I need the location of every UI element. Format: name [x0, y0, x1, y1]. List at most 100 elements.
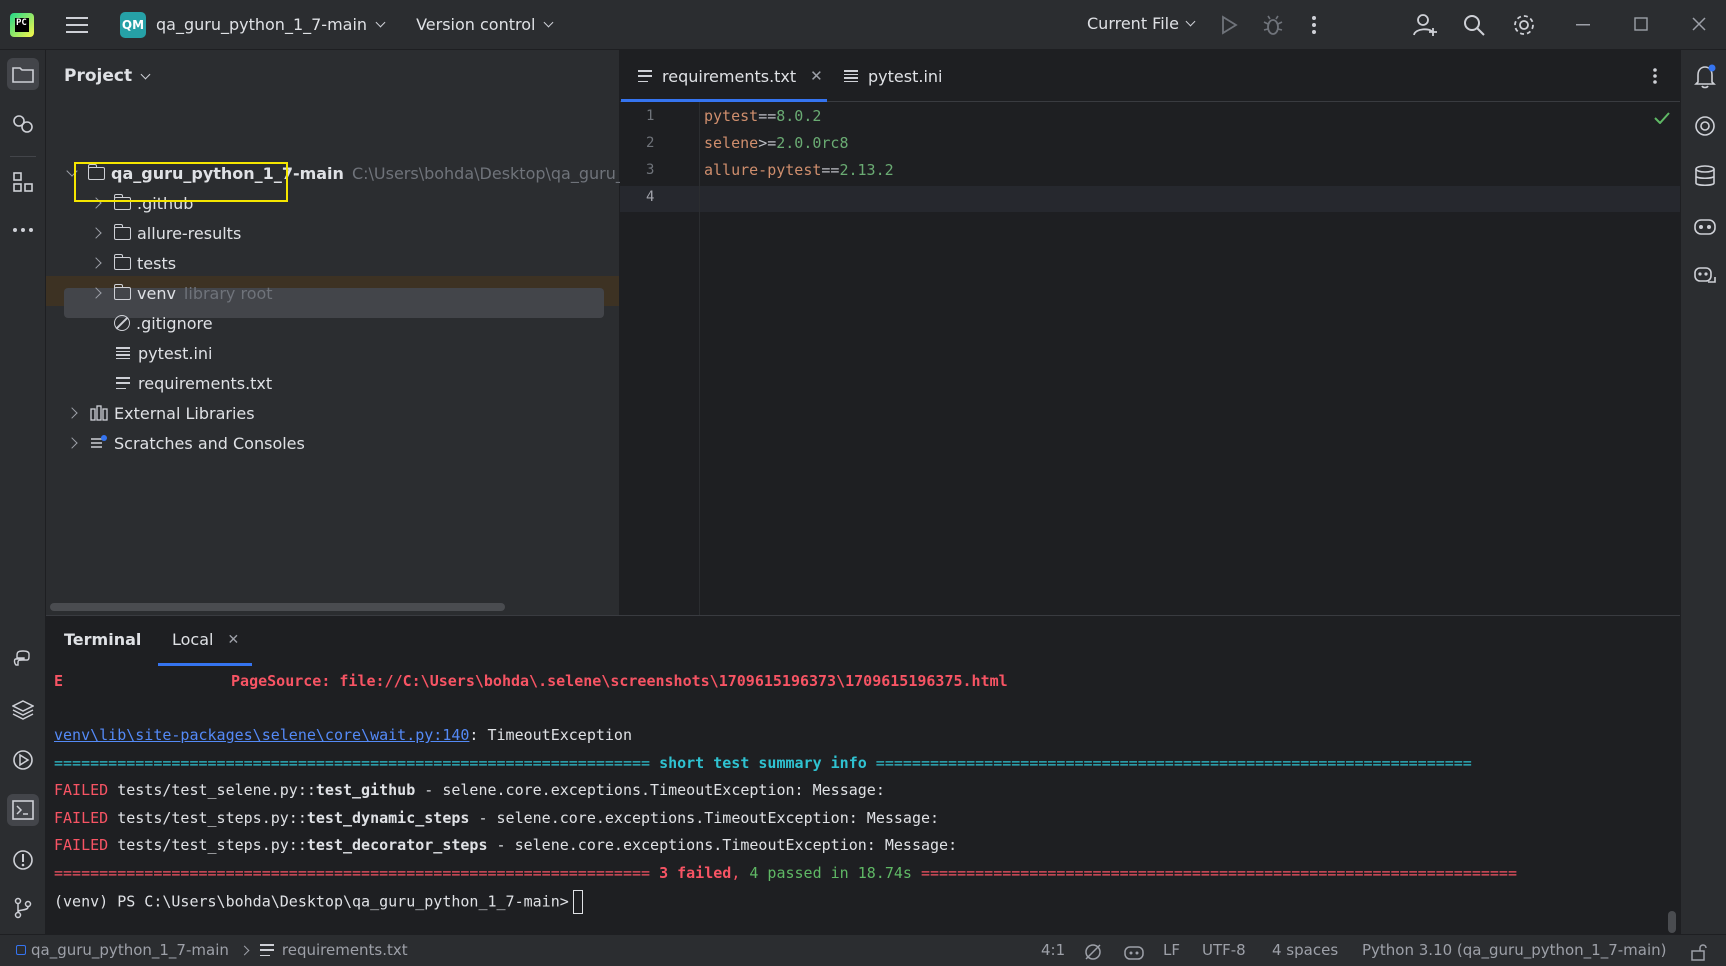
- terminal-prompt-line[interactable]: (venv) PS C:\Users\bohda\Desktop\qa_guru…: [54, 890, 583, 914]
- terminal-tab-local[interactable]: Local ✕: [172, 630, 239, 649]
- run-config-selector[interactable]: Current File: [1087, 14, 1196, 33]
- tab-pytest-ini[interactable]: pytest.ini: [844, 50, 942, 102]
- text-file-icon: [638, 69, 652, 83]
- project-switcher[interactable]: qa_guru_python_1_7-main: [156, 15, 386, 34]
- database-icon[interactable]: [1694, 164, 1716, 188]
- close-tab-icon[interactable]: ✕: [810, 67, 823, 85]
- file-encoding[interactable]: UTF-8: [1202, 941, 1246, 959]
- run-icon[interactable]: [1220, 15, 1238, 35]
- failure-message: - selene.core.exceptions.TimeoutExceptio…: [415, 781, 885, 799]
- line-number: 3: [646, 162, 655, 178]
- copilot-chat-icon[interactable]: [1693, 264, 1717, 286]
- terminal-scrollbar[interactable]: [1668, 911, 1676, 933]
- test-folder-icon: [113, 253, 131, 270]
- no-problems-check-icon[interactable]: [1654, 112, 1670, 124]
- test-path: tests/test_steps.py::: [117, 809, 307, 827]
- breadcrumb-file[interactable]: requirements.txt: [282, 941, 408, 959]
- right-tool-strip: [1680, 50, 1726, 934]
- caret-position[interactable]: 4:1: [1041, 941, 1065, 959]
- pycharm-logo-icon[interactable]: PC: [10, 12, 34, 37]
- failed-label: FAILED: [54, 781, 109, 799]
- tree-item-venv[interactable]: venv library root: [90, 278, 273, 308]
- text-file-icon: [116, 376, 130, 390]
- line-number: 4: [646, 189, 655, 205]
- indent-setting[interactable]: 4 spaces: [1272, 941, 1338, 959]
- version-control-menu[interactable]: Version control: [416, 15, 554, 34]
- line-separator[interactable]: LF: [1163, 941, 1180, 959]
- code-line[interactable]: allure-pytest==2.13.2: [704, 161, 894, 179]
- run-config-label: Current File: [1087, 14, 1179, 33]
- failure-message: - selene.core.exceptions.TimeoutExceptio…: [487, 836, 958, 854]
- failed-label: FAILED: [54, 836, 109, 854]
- main-menu-icon[interactable]: [66, 16, 88, 33]
- tree-item-label: tests: [137, 253, 177, 273]
- expand-arrow-icon[interactable]: [90, 227, 102, 239]
- project-panel-title: Project: [64, 66, 133, 86]
- services-icon[interactable]: [7, 744, 39, 776]
- tree-item-label: requirements.txt: [138, 373, 273, 393]
- tab-options-icon[interactable]: [1652, 67, 1658, 85]
- project-panel-header[interactable]: Project: [64, 66, 151, 86]
- copilot-status-icon[interactable]: [1124, 943, 1144, 961]
- passed-count: 4 passed in 18.74s: [749, 864, 912, 882]
- copilot-icon[interactable]: [1693, 214, 1717, 236]
- folder-icon: [113, 223, 131, 240]
- terminal-title: Terminal: [64, 630, 142, 649]
- tree-item-external-libraries[interactable]: External Libraries: [66, 398, 255, 428]
- ai-assistant-icon[interactable]: [1693, 114, 1717, 138]
- expand-arrow-icon[interactable]: [66, 407, 78, 419]
- structure-tool-icon[interactable]: [7, 166, 39, 198]
- tree-item-tests[interactable]: tests: [90, 248, 177, 278]
- add-user-icon[interactable]: [1412, 12, 1438, 38]
- terminal-tab-label: Local: [172, 630, 214, 649]
- root-path: C:\Users\bohda\Desktop\qa_guru_p: [351, 163, 635, 183]
- tab-label: requirements.txt: [662, 66, 797, 86]
- debug-icon[interactable]: [1262, 14, 1284, 36]
- inspections-off-icon[interactable]: [1084, 943, 1102, 961]
- problems-icon[interactable]: [7, 844, 39, 876]
- more-actions-icon[interactable]: [1310, 14, 1318, 36]
- terminal-tool-icon[interactable]: [7, 794, 39, 826]
- editor-panel: requirements.txt ✕ pytest.ini 1 2 3 4 py…: [620, 50, 1680, 615]
- version-number: 8.0.2: [776, 107, 822, 125]
- python-packages-icon[interactable]: [7, 644, 39, 676]
- project-tool-icon[interactable]: [7, 58, 39, 90]
- tree-item-allure-results[interactable]: allure-results: [90, 218, 241, 248]
- editor-tabs: requirements.txt ✕ pytest.ini: [620, 50, 1680, 102]
- settings-gear-icon[interactable]: [1511, 12, 1537, 38]
- test-path: tests/test_steps.py::: [117, 836, 307, 854]
- failed-test-line: FAILED tests/test_selene.py::test_github…: [54, 781, 885, 799]
- failed-test-line: FAILED tests/test_steps.py::test_decorat…: [54, 836, 957, 854]
- project-badge[interactable]: QM: [120, 11, 146, 38]
- tree-item-scratches[interactable]: Scratches and Consoles: [66, 428, 305, 458]
- result-separator: ,: [731, 864, 750, 882]
- layers-icon[interactable]: [7, 694, 39, 726]
- maximize-icon[interactable]: [1634, 17, 1648, 31]
- tree-item-pytest-ini[interactable]: pytest.ini: [116, 338, 212, 368]
- code-line[interactable]: pytest==8.0.2: [704, 107, 821, 125]
- tree-item-gitignore[interactable]: .gitignore: [114, 308, 213, 338]
- breadcrumb-project[interactable]: qa_guru_python_1_7-main: [31, 941, 229, 959]
- python-interpreter[interactable]: Python 3.10 (qa_guru_python_1_7-main): [1362, 941, 1667, 959]
- ignore-file-icon: [114, 315, 130, 331]
- notifications-icon[interactable]: [1693, 64, 1717, 90]
- minimize-icon[interactable]: [1576, 24, 1590, 26]
- summary-header-line: ========================================…: [54, 754, 1472, 772]
- more-tools-icon[interactable]: [7, 214, 39, 246]
- tree-item-requirements[interactable]: requirements.txt: [116, 368, 272, 398]
- source-file-link[interactable]: venv\lib\site-packages\selene\core\wait.…: [54, 726, 469, 744]
- expand-arrow-icon[interactable]: [90, 287, 102, 299]
- commit-tool-icon[interactable]: [7, 108, 39, 140]
- tab-requirements[interactable]: requirements.txt ✕: [638, 50, 823, 102]
- expand-arrow-icon[interactable]: [66, 437, 78, 449]
- tree-item-label: Scratches and Consoles: [114, 433, 305, 453]
- search-icon[interactable]: [1462, 13, 1486, 37]
- read-only-toggle-icon[interactable]: [1690, 943, 1708, 961]
- expand-arrow-icon[interactable]: [90, 257, 102, 269]
- code-line[interactable]: selene>=2.0.0rc8: [704, 134, 849, 152]
- git-branch-icon[interactable]: [7, 892, 39, 924]
- horizontal-scrollbar[interactable]: [50, 603, 505, 611]
- close-window-icon[interactable]: [1692, 17, 1706, 31]
- test-name: test_decorator_steps: [306, 836, 488, 854]
- close-terminal-tab-icon[interactable]: ✕: [227, 632, 239, 648]
